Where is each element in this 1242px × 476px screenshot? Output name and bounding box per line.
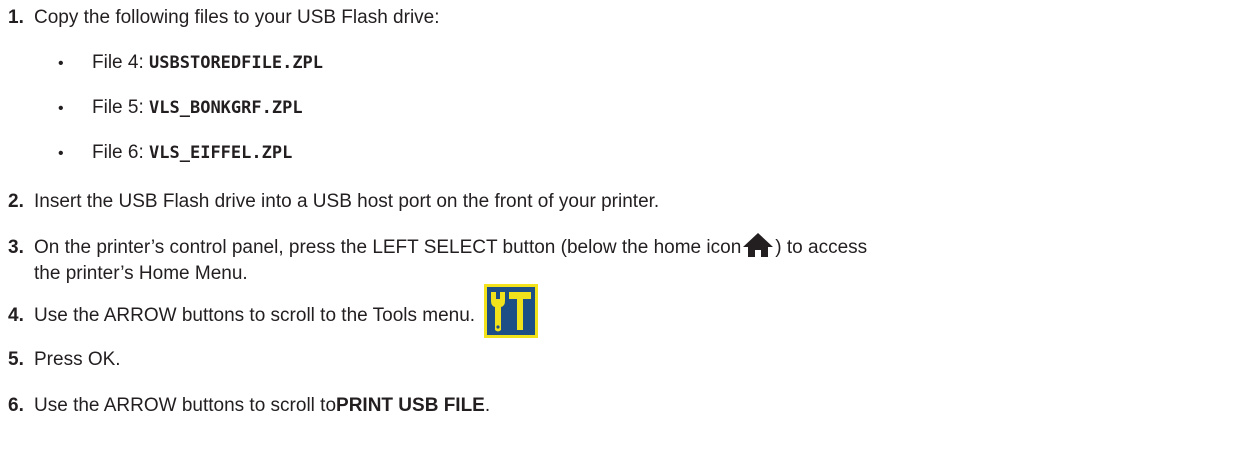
file-name: VLS_EIFFEL.ZPL	[149, 143, 293, 163]
file-label: File 6:	[92, 142, 150, 163]
file-name: USBSTOREDFILE.ZPL	[149, 53, 324, 73]
step-number: 3.	[8, 237, 24, 258]
step-5: 5. Press OK.	[8, 347, 121, 373]
step-text: Use the ARROW buttons to scroll to	[34, 395, 337, 416]
step-number: 6.	[8, 395, 24, 416]
step-1: 1. Copy the following files to your USB F…	[8, 5, 440, 31]
step-number: 2.	[8, 191, 24, 212]
step-text: Insert the USB Flash drive into a USB ho…	[34, 191, 660, 212]
step-6: 6. Use the ARROW buttons to scroll to PRI…	[8, 393, 490, 419]
file-label: File 4:	[92, 52, 150, 73]
file-name: VLS_BONKGRF.ZPL	[149, 98, 303, 118]
step-text: Use the ARROW buttons to scroll to the T…	[34, 305, 476, 326]
file-item: • File 4: USBSTOREDFILE.ZPL	[58, 50, 323, 77]
home-icon	[743, 233, 774, 257]
step-text: On the printer’s control panel, press th…	[34, 237, 742, 258]
step-text-end: .	[484, 395, 491, 416]
step-number: 4.	[8, 305, 24, 326]
file-item: • File 6: VLS_EIFFEL.ZPL	[58, 140, 292, 167]
file-label: File 5:	[92, 97, 150, 118]
step-3: 3. On the printer’s control panel, press …	[8, 233, 1228, 287]
instruction-page: 1. Copy the following files to your USB F…	[0, 0, 1242, 476]
bullet-marker: •	[58, 145, 64, 162]
step-number: 5.	[8, 349, 24, 370]
step-text: Press OK.	[34, 349, 121, 370]
menu-item-name: PRINT USB FILE	[336, 395, 485, 416]
file-item: • File 5: VLS_BONKGRF.ZPL	[58, 95, 303, 122]
step-text-continued: ) to access	[775, 237, 868, 258]
tools-icon	[484, 284, 538, 338]
step-number: 1.	[8, 7, 24, 28]
bullet-marker: •	[58, 55, 64, 72]
step-text-wrap: the printer’s Home Menu.	[34, 263, 248, 284]
step-4: 4. Use the ARROW buttons to scroll to the…	[8, 303, 475, 329]
step-text: Copy the following files to your USB Fla…	[34, 7, 440, 28]
bullet-marker: •	[58, 100, 64, 117]
step-2: 2. Insert the USB Flash drive into a USB …	[8, 189, 659, 215]
